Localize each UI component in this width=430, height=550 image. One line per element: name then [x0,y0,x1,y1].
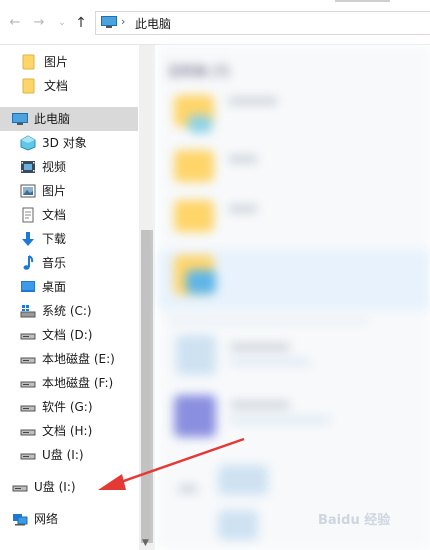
network-icon [13,514,28,526]
drive-icon [218,510,258,540]
back-arrow-icon[interactable]: ← [8,16,22,30]
list-item [230,343,290,351]
folder-icon [188,115,212,133]
scroll-down-icon[interactable]: ▼ [142,538,149,548]
usb-drive-icon [20,453,36,460]
list-item [228,205,258,213]
sidebar-scrollbar[interactable]: ▼ [139,45,155,550]
folder-icon [22,78,35,94]
list-item [230,401,290,409]
navigation-pane: 图片 文档 此电脑 3D 对象 视频 图片 文档 下载 音乐 桌面 系统 (C:… [0,45,155,550]
drive-icon [218,465,268,495]
desktop-icon [21,281,35,292]
pictures-icon [20,184,36,198]
drive-icon [20,381,36,388]
folder-icon[interactable] [174,200,214,232]
up-arrow-icon[interactable]: ↑ [74,16,88,30]
folder-icon [22,54,35,70]
folder-content-pane: 文件夹 (7) [158,45,430,550]
drive-icon [20,405,36,412]
drive-icon [20,357,36,364]
drive-icon [174,395,216,437]
music-icon [23,255,34,270]
drive-icon [20,333,36,340]
breadcrumb[interactable]: 此电脑 [135,15,171,32]
drive-icon [20,429,36,436]
usb-drive-icon [12,485,28,492]
watermark-text: Baidu 经验 [318,513,391,528]
list-item [228,97,278,105]
drive-icon [176,335,216,375]
list-item [230,359,310,365]
chevron-down-icon[interactable]: ⌄ [55,16,69,30]
download-icon [22,232,34,246]
chevron-right-icon[interactable]: › [121,15,125,28]
folder-icon[interactable] [174,150,214,182]
computer-icon [12,113,28,125]
list-item [178,485,198,493]
navigation-bar: ← → ⌄ ↑ › 此电脑 [0,0,430,45]
list-item [228,155,258,163]
address-bar[interactable]: › 此电脑 [95,11,430,35]
computer-icon [101,16,117,28]
folder-icon [186,270,216,294]
system-drive-icon [20,305,36,318]
watermark: Baidu 经验 [318,503,428,533]
divider [168,320,368,322]
scrollbar-thumb[interactable] [141,230,153,543]
documents-icon [22,207,34,223]
video-icon [21,161,35,173]
section-header: 文件夹 (7) [168,65,230,80]
3d-objects-icon [20,135,36,151]
list-item [230,417,330,423]
window-edge [335,0,390,2]
forward-arrow-icon[interactable]: → [32,16,46,30]
